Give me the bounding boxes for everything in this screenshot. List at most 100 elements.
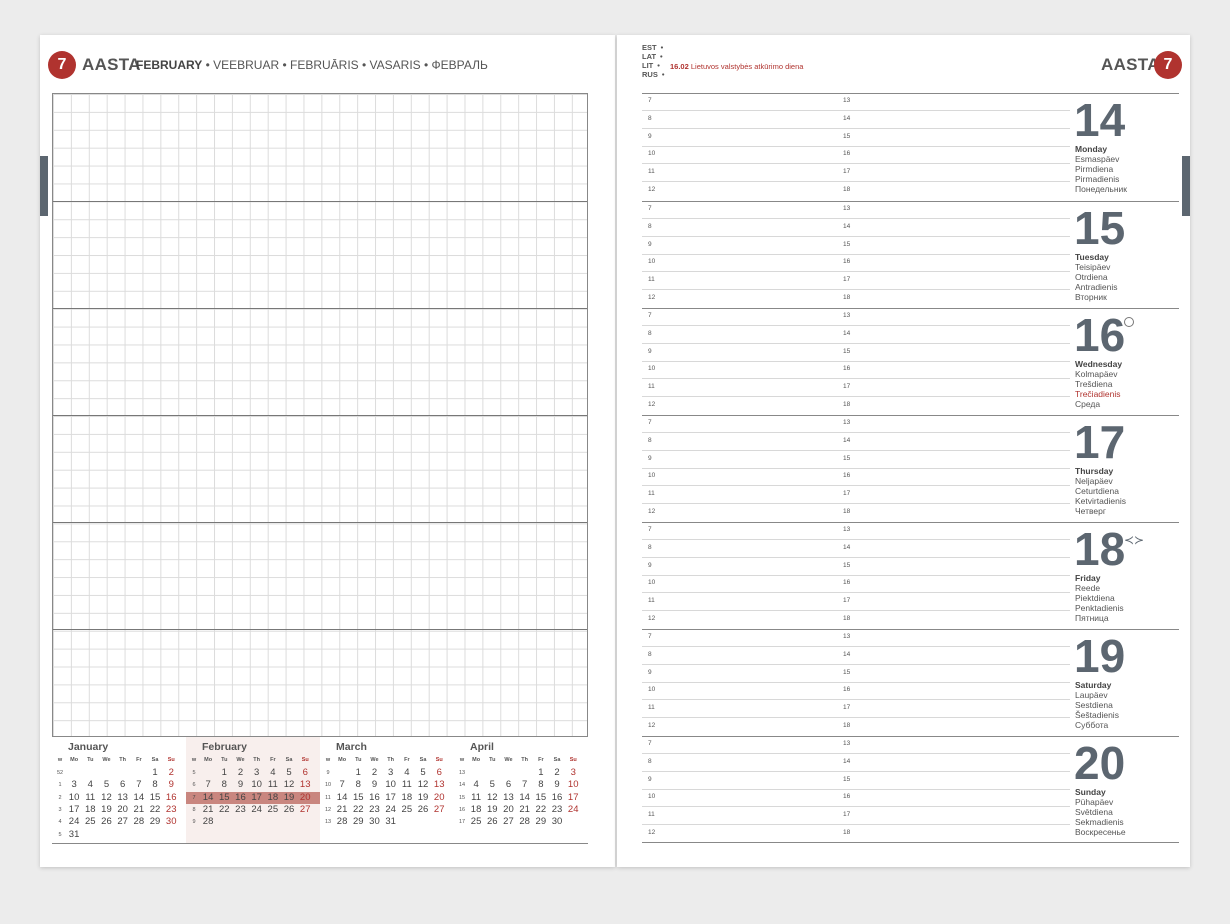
day-cell[interactable]: 11 <box>82 792 98 804</box>
day-cell[interactable]: 3 <box>249 767 265 779</box>
hour-line[interactable] <box>642 539 1070 540</box>
hour-line[interactable] <box>642 788 1070 790</box>
day-cell[interactable] <box>98 829 114 841</box>
day-cell[interactable]: 11 <box>399 779 415 791</box>
mini-calendar-week[interactable]: 8 21 22 23 24 25 26 27 <box>188 804 313 816</box>
hour-line[interactable] <box>642 449 1070 451</box>
day-cell[interactable]: 26 <box>281 804 297 816</box>
hour-line[interactable] <box>642 325 1070 326</box>
hour-line[interactable] <box>642 467 1070 469</box>
day-cell[interactable]: 3 <box>383 767 399 779</box>
day-cell[interactable]: 9 <box>163 779 179 791</box>
day-cell[interactable]: 16 <box>232 792 248 804</box>
day-cell[interactable]: 13 <box>297 779 313 791</box>
hour-line[interactable] <box>642 253 1070 255</box>
day-cell[interactable]: 14 <box>517 792 533 804</box>
day-cell[interactable]: 6 <box>500 779 516 791</box>
day-cell[interactable]: 20 <box>115 804 131 816</box>
day-cell[interactable]: 4 <box>265 767 281 779</box>
mini-calendar-week[interactable]: 9 123456 <box>322 767 447 779</box>
day-cell[interactable]: 13 <box>115 792 131 804</box>
day-cell[interactable]: 2 <box>163 767 179 779</box>
day-cell[interactable]: 31 <box>383 816 399 828</box>
day-cell[interactable]: 12 <box>415 779 431 791</box>
hour-line[interactable] <box>642 396 1070 398</box>
day-cell[interactable]: 17 <box>383 792 399 804</box>
hour-line[interactable] <box>642 289 1070 291</box>
day-cell[interactable]: 22 <box>216 804 232 816</box>
day-cell[interactable]: 19 <box>98 804 114 816</box>
day-cell[interactable]: 9 <box>366 779 382 791</box>
mini-calendar-week[interactable]: 16 18 19 20 21 22 23 24 <box>456 804 581 816</box>
day-cell[interactable]: 24 <box>66 816 82 828</box>
day-cell[interactable]: 15 <box>216 792 232 804</box>
day-cell[interactable]: 27 <box>297 804 313 816</box>
hour-line[interactable] <box>642 699 1070 701</box>
day-cell[interactable] <box>265 816 281 828</box>
day-cell[interactable]: 29 <box>533 816 549 828</box>
hour-line[interactable] <box>642 110 1070 111</box>
day-cell[interactable]: 22 <box>147 804 163 816</box>
day-cell[interactable]: 18 <box>468 804 484 816</box>
day-cell[interactable] <box>281 816 297 828</box>
hour-line[interactable] <box>642 378 1070 380</box>
day-cell[interactable]: 29 <box>350 816 366 828</box>
hour-line[interactable] <box>642 271 1070 273</box>
day-cell[interactable]: 23 <box>549 804 565 816</box>
day-cell[interactable]: 22 <box>533 804 549 816</box>
hour-line[interactable] <box>642 218 1070 219</box>
day-cell[interactable]: 16 <box>366 792 382 804</box>
day-cell[interactable]: 8 <box>533 779 549 791</box>
hour-line[interactable] <box>642 163 1070 165</box>
day-cell[interactable]: 11 <box>468 792 484 804</box>
day-cell[interactable]: 7 <box>200 779 216 791</box>
day-cell[interactable]: 17 <box>249 792 265 804</box>
day-cell[interactable]: 9 <box>232 779 248 791</box>
day-cell[interactable]: 24 <box>383 804 399 816</box>
day-cell[interactable]: 27 <box>431 804 447 816</box>
day-cell[interactable]: 28 <box>517 816 533 828</box>
hour-line[interactable] <box>642 574 1070 576</box>
day-cell[interactable]: 2 <box>232 767 248 779</box>
day-cell[interactable] <box>163 829 179 841</box>
mini-calendar-week[interactable]: 6 7 8 9 10 11 12 13 <box>188 779 313 791</box>
day-cell[interactable]: 27 <box>500 816 516 828</box>
mini-calendar-week[interactable]: 2 10 11 12 13 14 15 16 <box>54 792 179 804</box>
day-cell[interactable]: 26 <box>98 816 114 828</box>
mini-calendar-week[interactable]: 52 1 2 <box>54 767 179 779</box>
hour-line[interactable] <box>642 342 1070 344</box>
day-cell[interactable]: 30 <box>366 816 382 828</box>
hour-line[interactable] <box>642 235 1070 237</box>
day-cell[interactable]: 21 <box>200 804 216 816</box>
day-cell[interactable]: 11 <box>265 779 281 791</box>
day-cell[interactable]: 12 <box>281 779 297 791</box>
day-cell[interactable]: 17 <box>565 792 581 804</box>
mini-calendar-week[interactable]: 9 28 <box>188 816 313 828</box>
day-cell[interactable]: 26 <box>415 804 431 816</box>
mini-calendar-week[interactable]: 13456789 <box>54 779 179 791</box>
day-cell[interactable]: 2 <box>549 767 565 779</box>
day-cell[interactable] <box>517 767 533 779</box>
hour-line[interactable] <box>642 485 1070 487</box>
hour-line[interactable] <box>642 503 1070 505</box>
day-cell[interactable]: 25 <box>82 816 98 828</box>
hour-line[interactable] <box>642 717 1070 719</box>
day-cell[interactable]: 20 <box>431 792 447 804</box>
day-cell[interactable] <box>415 816 431 828</box>
day-cell[interactable] <box>98 767 114 779</box>
day-cell[interactable] <box>468 767 484 779</box>
day-cell[interactable]: 28 <box>200 816 216 828</box>
day-cell[interactable] <box>484 767 500 779</box>
day-cell[interactable] <box>431 816 447 828</box>
day-cell[interactable]: 23 <box>366 804 382 816</box>
day-cell[interactable]: 7 <box>517 779 533 791</box>
day-cell[interactable]: 13 <box>431 779 447 791</box>
day-cell[interactable]: 14 <box>131 792 147 804</box>
hour-line[interactable] <box>642 770 1070 772</box>
day-cell[interactable]: 14 <box>334 792 350 804</box>
page-tab-right[interactable] <box>1182 156 1190 216</box>
hour-line[interactable] <box>642 556 1070 558</box>
day-cell[interactable]: 28 <box>131 816 147 828</box>
day-cell[interactable]: 1 <box>147 767 163 779</box>
day-cell[interactable] <box>131 767 147 779</box>
